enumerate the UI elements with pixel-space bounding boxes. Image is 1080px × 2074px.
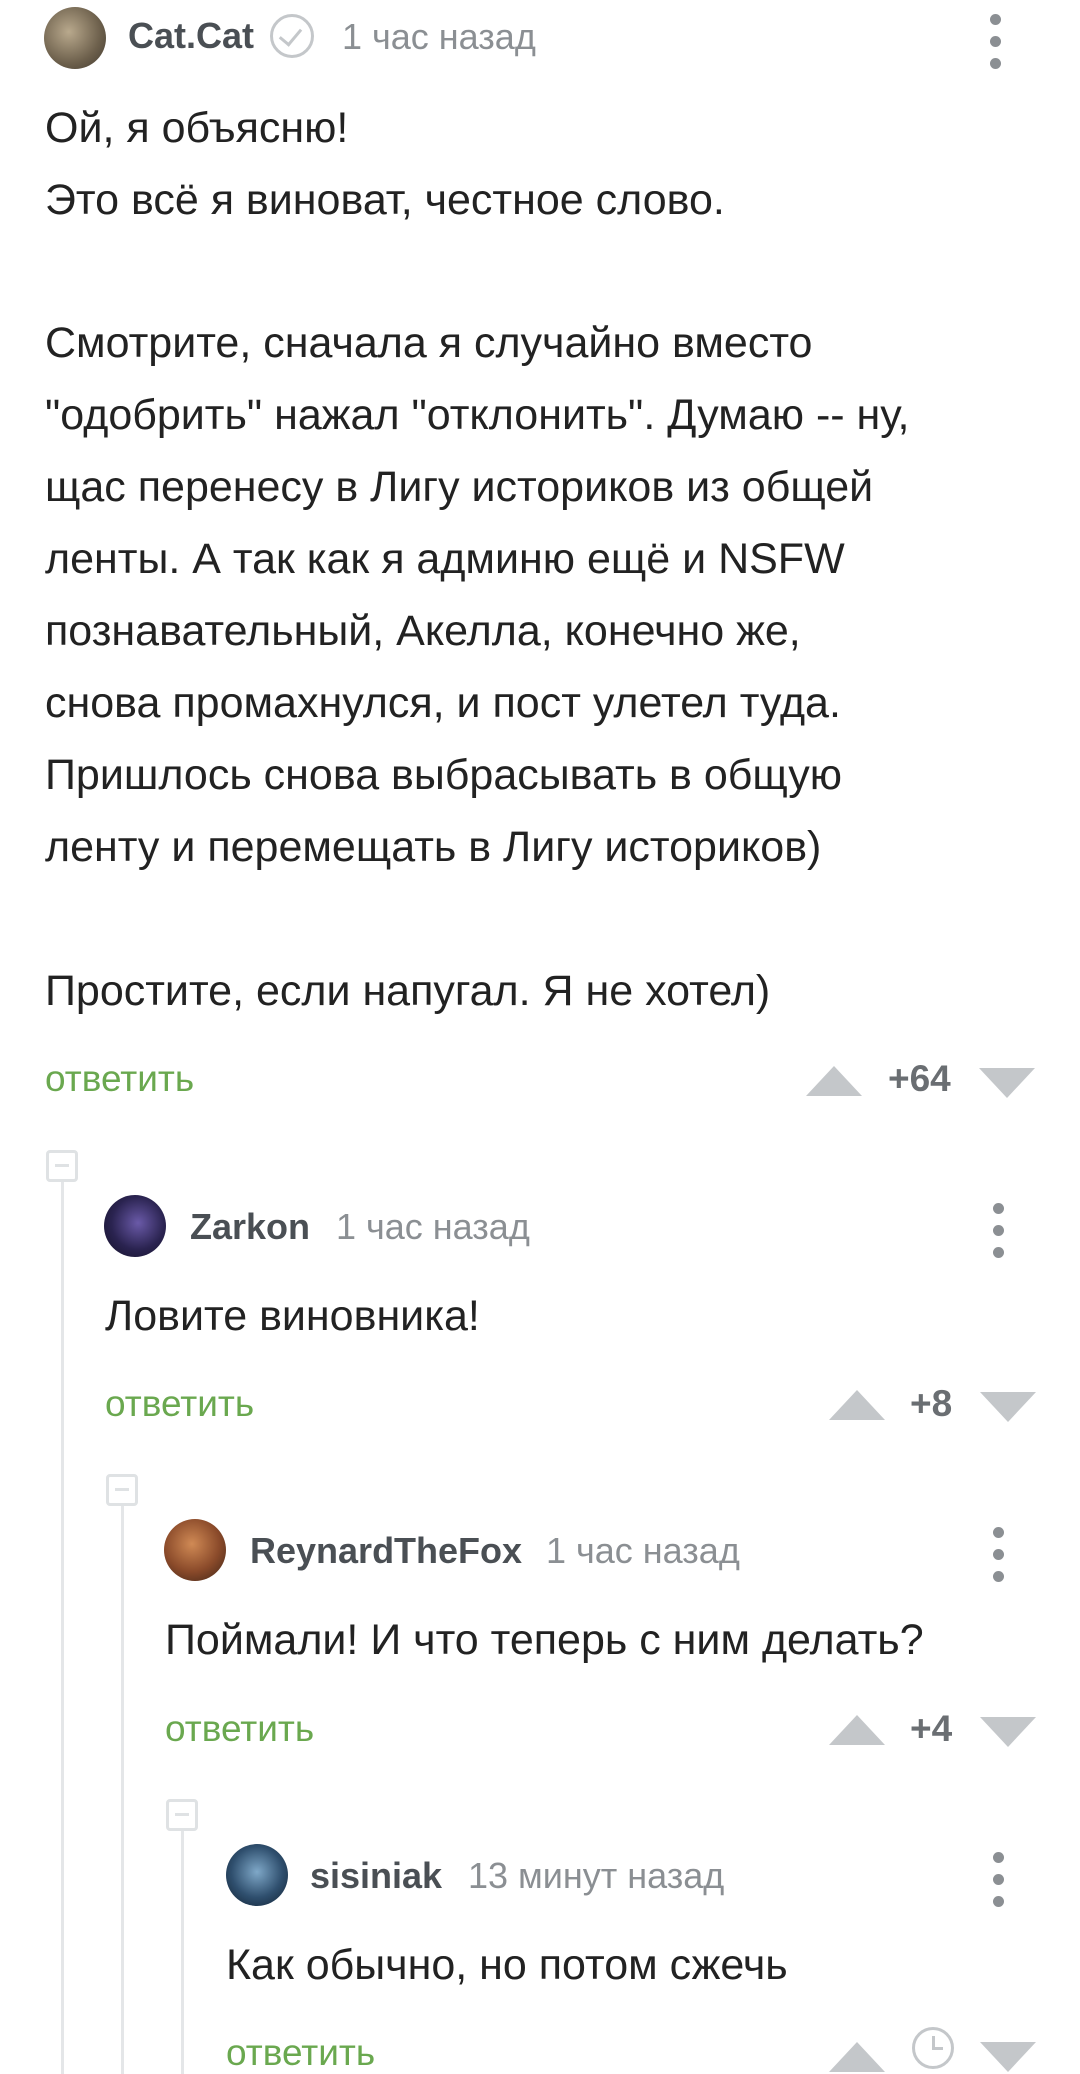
text-line: познавательный, Акелла, конечно же, (45, 607, 801, 655)
avatar[interactable] (226, 1844, 288, 1906)
author-name[interactable]: sisiniak (310, 1855, 442, 1897)
comment-time: 1 час назад (342, 16, 536, 57)
comment-text: Поймали! И что теперь с ним делать? (165, 1616, 924, 1664)
collapse-icon[interactable] (106, 1474, 138, 1506)
rating-score: +64 (888, 1058, 951, 1099)
comment-time: 1 час назад (336, 1206, 530, 1247)
text-line: ленты. А так как я админю ещё и NSFW (45, 535, 845, 583)
upvote-icon[interactable] (829, 2042, 885, 2072)
upvote-icon[interactable] (829, 1390, 885, 1420)
text-line: Смотрите, сначала я случайно вместо (45, 319, 813, 367)
avatar[interactable] (164, 1519, 226, 1581)
upvote-icon[interactable] (806, 1066, 862, 1096)
text-line: Это всё я виноват, честное слово. (45, 176, 725, 224)
comment-time: 1 час назад (546, 1530, 740, 1571)
text-line: "одобрить" нажал "отклонить". Думаю -- н… (45, 391, 910, 439)
reply-link[interactable]: ответить (45, 1058, 194, 1100)
rating-score: +8 (910, 1383, 953, 1424)
comment-text: Ловите виновника! (105, 1292, 480, 1340)
reply-link[interactable]: ответить (226, 2032, 375, 2074)
more-icon[interactable] (993, 1852, 1005, 1918)
reply-link[interactable]: ответить (165, 1708, 314, 1750)
downvote-icon[interactable] (980, 1717, 1036, 1747)
rating-score: +4 (910, 1708, 953, 1749)
comment-time: 13 минут назад (468, 1855, 725, 1896)
comment-text: Как обычно, но потом сжечь (226, 1941, 788, 1989)
author-name[interactable]: ReynardTheFox (250, 1530, 522, 1572)
clock-icon (912, 2027, 954, 2069)
author-name[interactable]: Cat.Cat (128, 15, 254, 57)
text-line: Простите, если напугал. Я не хотел) (45, 967, 771, 1015)
collapse-icon[interactable] (166, 1799, 198, 1831)
more-icon[interactable] (990, 14, 1002, 80)
downvote-icon[interactable] (980, 2042, 1036, 2072)
downvote-icon[interactable] (979, 1068, 1035, 1098)
more-icon[interactable] (993, 1527, 1005, 1593)
avatar[interactable] (104, 1195, 166, 1257)
upvote-icon[interactable] (829, 1715, 885, 1745)
verified-icon (270, 14, 314, 58)
collapse-icon[interactable] (46, 1150, 78, 1182)
text-line: Пришлось снова выбрасывать в общую (45, 751, 842, 799)
thread-line (121, 1505, 124, 2074)
text-line: Ой, я объясню! (45, 104, 349, 152)
more-icon[interactable] (993, 1203, 1005, 1269)
text-line: снова промахнулся, и пост улетел туда. (45, 679, 841, 727)
text-line: ленту и перемещать в Лигу историков) (45, 823, 822, 871)
downvote-icon[interactable] (980, 1392, 1036, 1422)
reply-link[interactable]: ответить (105, 1383, 254, 1425)
author-name[interactable]: Zarkon (190, 1206, 310, 1248)
thread-line (181, 1830, 184, 2074)
avatar[interactable] (44, 7, 106, 69)
text-line: щас перенесу в Лигу историков из общей (45, 463, 874, 511)
thread-line (61, 1180, 64, 2074)
